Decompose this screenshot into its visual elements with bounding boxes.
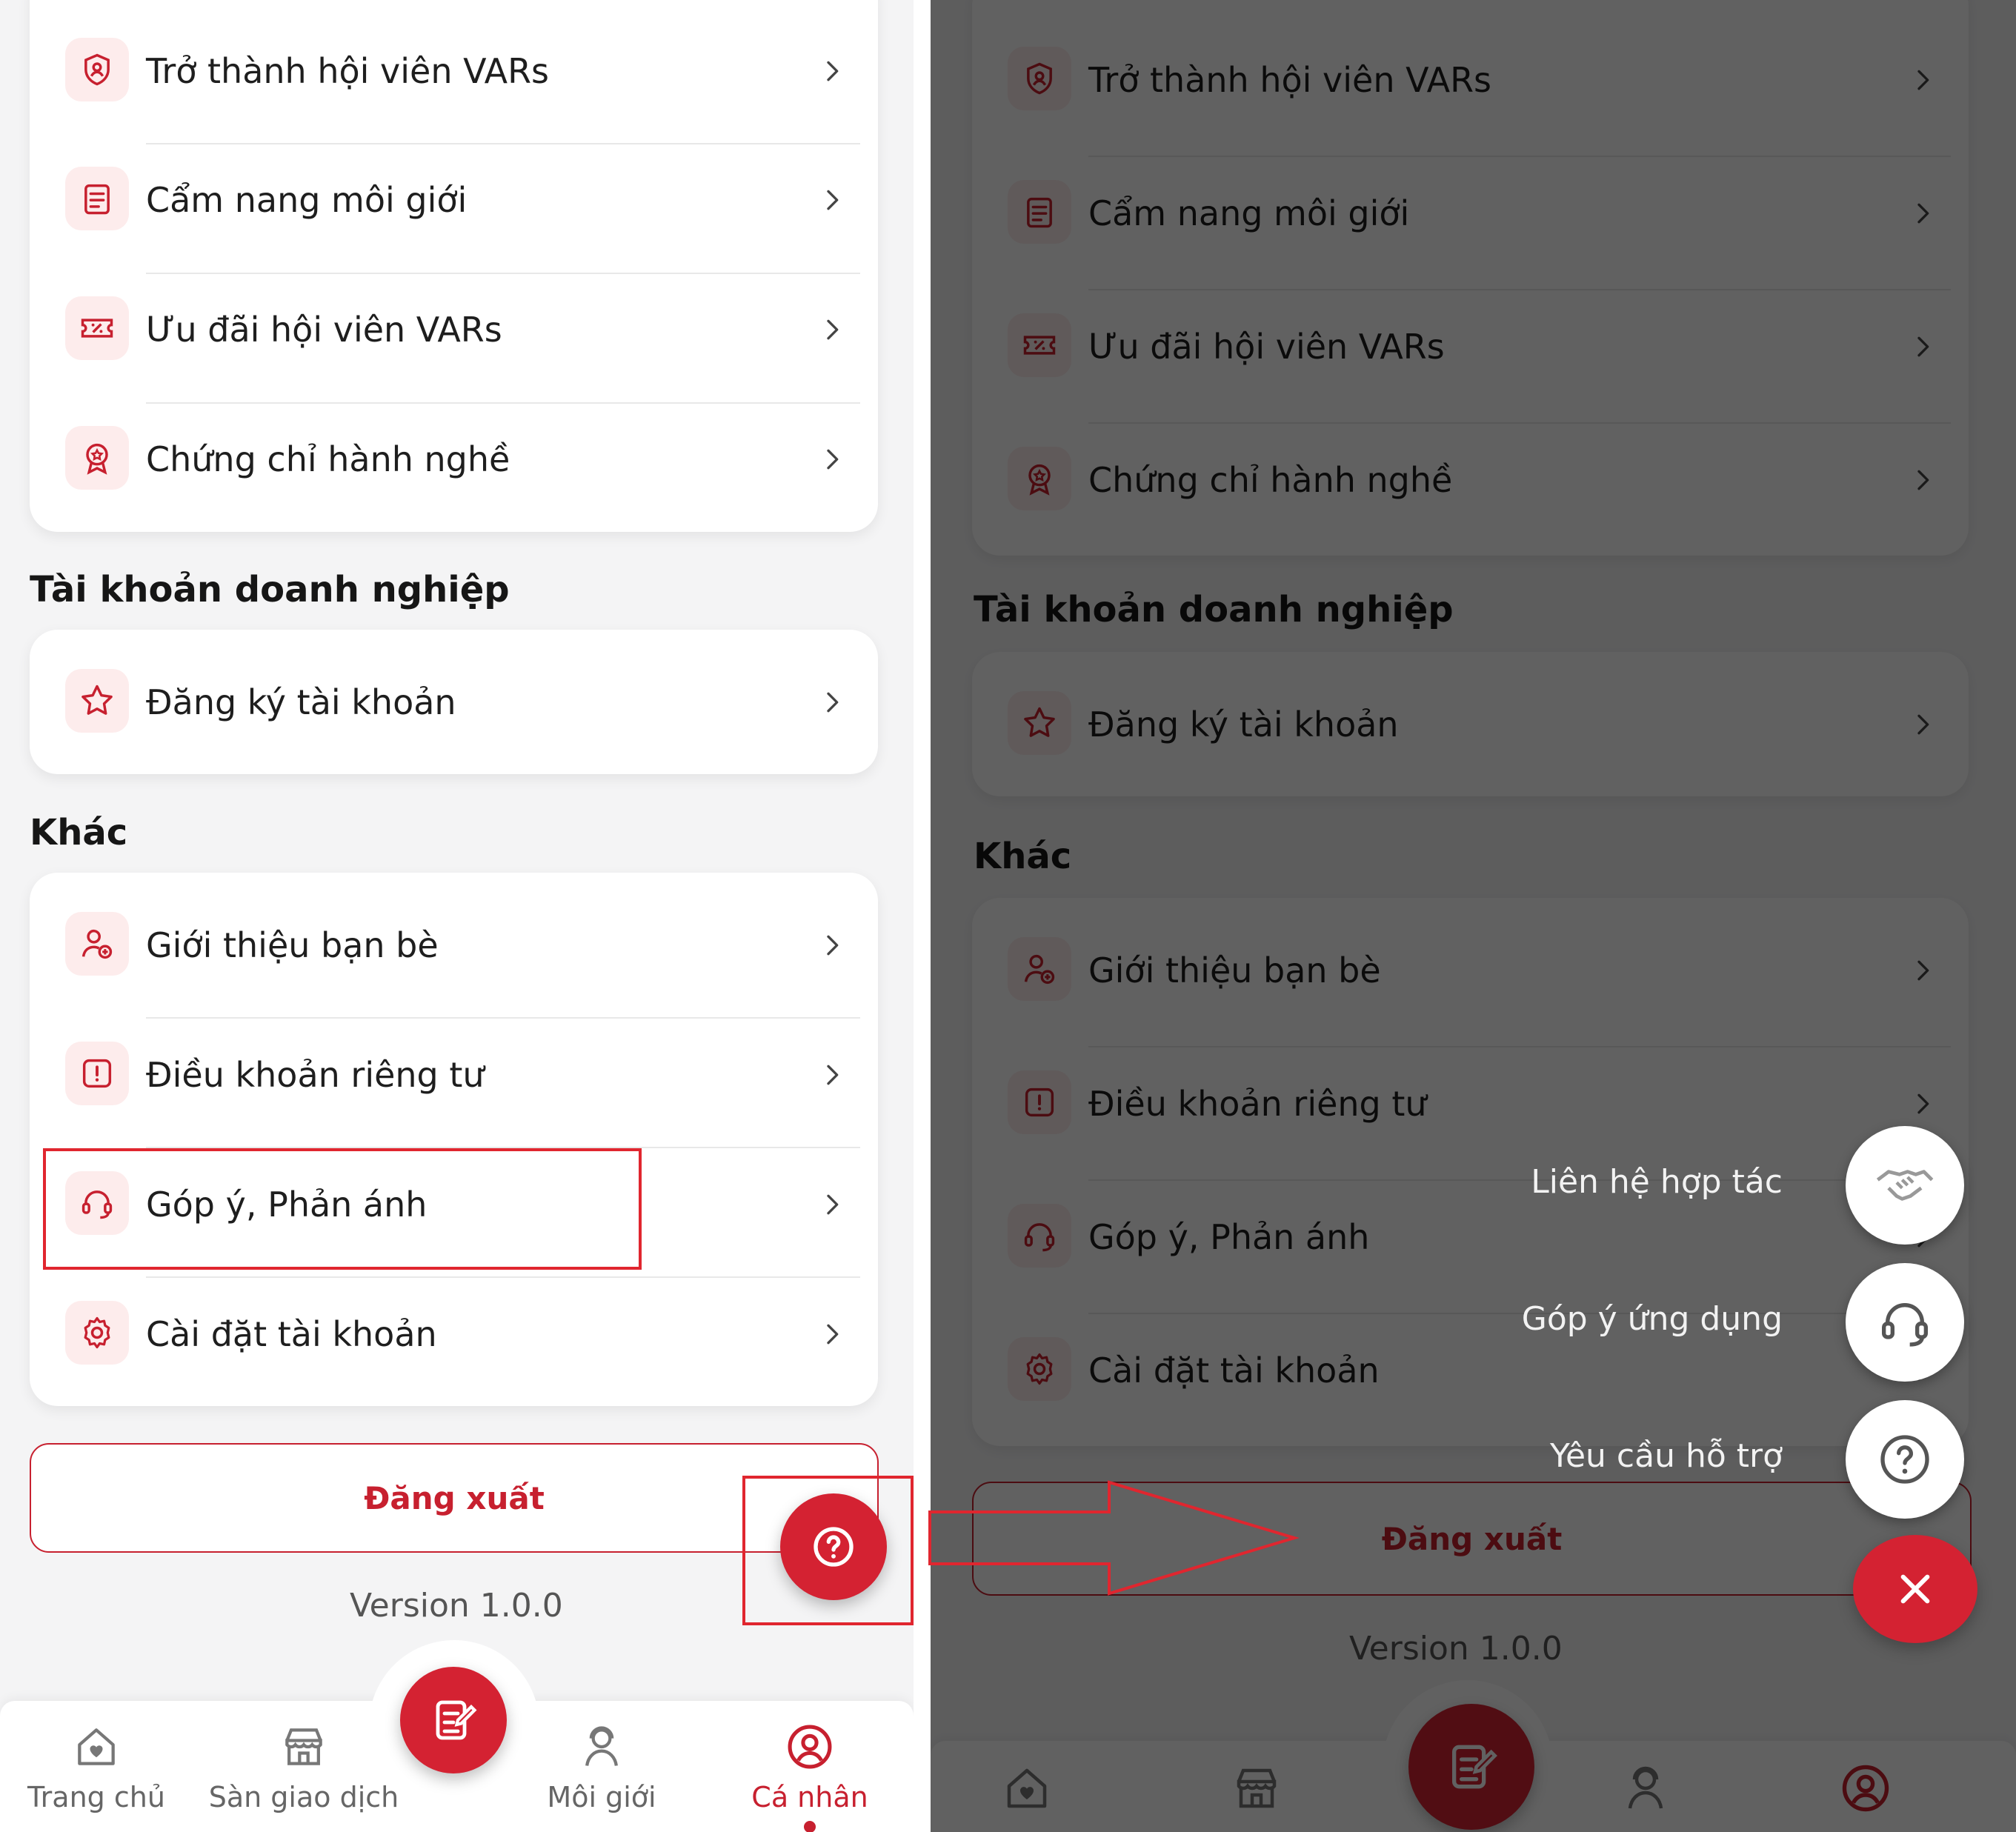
close-speed-dial-button[interactable] [1853,1535,1977,1643]
nav-label: Môi giới [547,1781,656,1813]
menu-row-label: Điều khoản riêng tư [146,1054,485,1095]
menu-row-label: Cẩm nang môi giới [146,179,468,220]
add-friend-icon [65,912,129,976]
highlight-help-fab [742,1476,914,1625]
app-version: Version 1.0.0 [350,1587,563,1625]
chevron-right-icon [817,315,847,344]
speed-dial-contact-partnership[interactable]: Liên hệ hợp tác [931,1126,2016,1245]
menu-row-privacy-terms[interactable]: Điều khoản riêng tư [30,1010,878,1139]
menu-row-label: Ưu đãi hội viên VARs [146,309,502,350]
arrow-annotation [928,1480,1300,1596]
active-indicator-dot [804,1821,816,1832]
nav-item-broker[interactable]: Môi giới [498,1722,705,1813]
speed-dial-label: Liên hệ hợp tác [1531,1163,1783,1201]
chevron-right-icon [817,1060,847,1090]
speed-dial-button[interactable] [1846,1263,1964,1382]
menu-row-membership[interactable]: Trở thành hội viên VARs [30,6,878,136]
broker-person-icon [585,1726,618,1766]
business-card: Đăng ký tài khoản [30,630,878,774]
nav-item-profile[interactable]: Cá nhân [706,1722,914,1832]
menu-row-label: Cài đặt tài khoản [146,1313,437,1354]
profile-user-icon [788,1725,832,1769]
section-title-other: Khác [30,812,128,853]
alert-icon [65,1042,129,1105]
chevron-right-icon [817,687,847,717]
chevron-right-icon [817,1190,847,1219]
speed-dial-label: Yêu cầu hỗ trợ [1549,1437,1783,1475]
create-post-button[interactable] [400,1667,507,1773]
gear-icon [65,1301,129,1365]
menu-row-invite-friends[interactable]: Giới thiệu bạn bè [30,880,878,1010]
chevron-right-icon [817,1319,847,1349]
close-icon [1900,1574,1930,1604]
menu-row-label: Trở thành hội viên VARs [146,50,550,91]
nav-label: Cá nhân [751,1781,868,1813]
nav-item-home[interactable]: Trang chủ [0,1722,200,1813]
menu-row-label: Chứng chỉ hành nghề [146,439,510,479]
profile-screen-left: Trở thành hội viên VARs Cẩm nang môi giớ… [0,0,914,1832]
menu-row-account-settings[interactable]: Cài đặt tài khoản [30,1269,878,1399]
speed-dial-label: Góp ý ứng dụng [1521,1300,1783,1338]
speed-dial-button[interactable] [1846,1400,1964,1519]
menu-row-register-account[interactable]: Đăng ký tài khoản [30,637,878,767]
section-title-business: Tài khoản doanh nghiệp [30,569,510,610]
nav-label: Sàn giao dịch [208,1781,399,1813]
star-icon [65,669,129,733]
logout-label: Đăng xuất [364,1479,545,1516]
chevron-right-icon [817,930,847,960]
chevron-right-icon [817,444,847,474]
speed-dial-app-feedback[interactable]: Góp ý ứng dụng [931,1263,2016,1382]
menu-row-handbook[interactable]: Cẩm nang môi giới [30,135,878,264]
edit-note-icon [436,1700,477,1740]
headset-icon [1882,1303,1928,1347]
highlight-feedback-row [43,1148,642,1270]
nav-item-market[interactable]: Sàn giao dịch [200,1722,407,1813]
home-heart-icon [78,1728,115,1765]
chevron-right-icon [817,56,847,86]
question-circle-icon [1880,1435,1929,1484]
menu-row-certificate[interactable]: Chứng chỉ hành nghề [30,394,878,524]
menu-row-label: Đăng ký tài khoản [146,682,456,722]
shield-user-icon [65,38,129,101]
membership-card: Trở thành hội viên VARs Cẩm nang môi giớ… [30,0,878,532]
certificate-badge-icon [65,426,129,490]
handbook-icon [65,167,129,230]
menu-row-label: Giới thiệu bạn bè [146,925,439,965]
handshake-icon [1876,1170,1934,1201]
chevron-right-icon [817,185,847,215]
market-store-icon [285,1728,322,1765]
menu-row-member-offers[interactable]: Ưu đãi hội viên VARs [30,264,878,394]
discount-ticket-icon [65,296,129,360]
speed-dial-button[interactable] [1846,1126,1964,1245]
nav-label: Trang chủ [27,1781,165,1813]
other-card: Giới thiệu bạn bè Điều khoản riêng tư Gó… [30,873,878,1406]
